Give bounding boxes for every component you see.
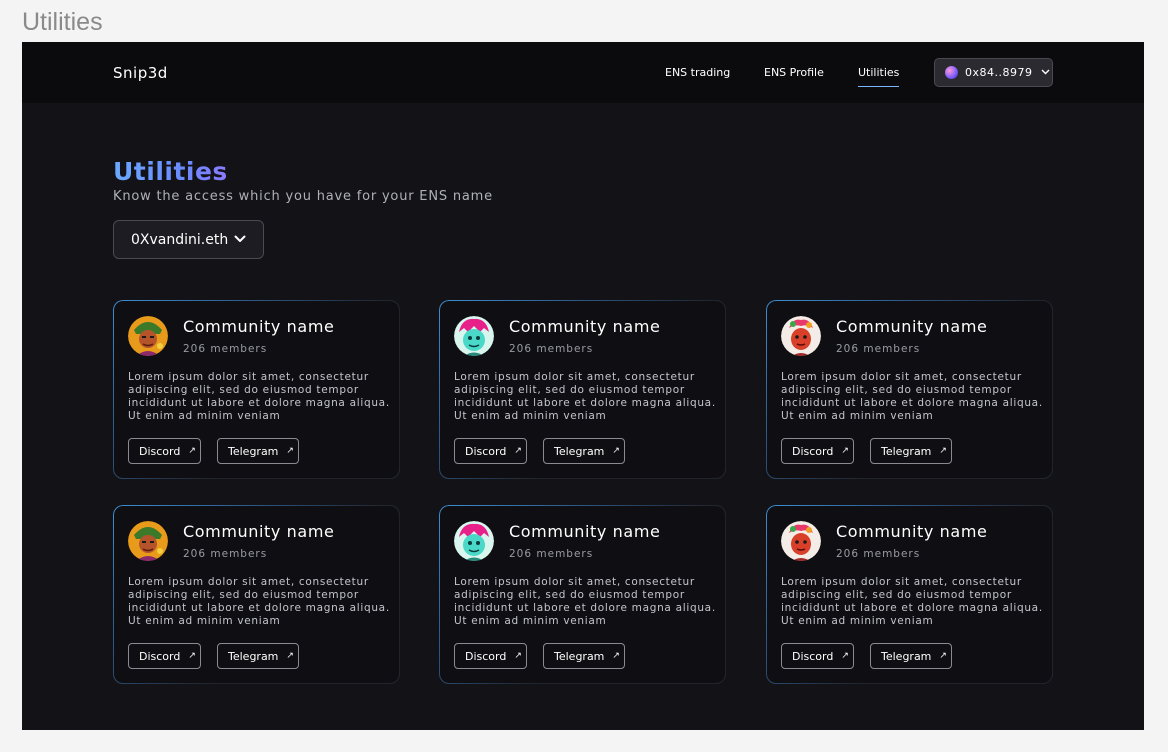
external-link-icon: ↗ — [188, 446, 196, 456]
community-name: Community name — [836, 317, 988, 336]
telegram-link-button[interactable]: Telegram ↗ — [217, 643, 299, 669]
telegram-label: Telegram — [881, 649, 932, 663]
community-name: Community name — [509, 522, 661, 541]
community-name: Community name — [183, 317, 335, 336]
avatar-warrior-icon — [128, 316, 168, 356]
community-card: Community name 206 members Lorem ipsum dol… — [766, 505, 1053, 684]
chevron-down-icon — [1041, 67, 1050, 78]
discord-link-button[interactable]: Discord ↗ — [128, 438, 201, 464]
member-count: 206 members — [183, 343, 268, 355]
community-card: Community name 206 members Lorem ipsum dol… — [439, 300, 726, 479]
discord-label: Discord — [465, 444, 507, 458]
community-description: Lorem ipsum dolor sit amet, consectetur … — [128, 576, 390, 627]
wallet-address: 0x84..8979 — [965, 66, 1033, 79]
chevron-down-icon — [234, 231, 246, 252]
discord-label: Discord — [465, 649, 507, 663]
discord-label: Discord — [139, 444, 181, 458]
telegram-link-button[interactable]: Telegram ↗ — [217, 438, 299, 464]
community-card: Community name 206 members Lorem ipsum dol… — [113, 300, 400, 479]
page-subtitle: Know the access which you have for your … — [113, 189, 493, 204]
external-link-icon: ↗ — [514, 446, 522, 456]
external-link-icon: ↗ — [841, 651, 849, 661]
community-description: Lorem ipsum dolor sit amet, consectetur … — [781, 576, 1043, 627]
discord-label: Discord — [792, 444, 834, 458]
avatar-red-face-icon — [781, 521, 821, 561]
ens-select-value: 0Xvandini.eth — [131, 231, 229, 248]
community-description: Lorem ipsum dolor sit amet, consectetur … — [454, 576, 716, 627]
external-link-icon: ↗ — [286, 446, 294, 456]
nav-link-ens-profile[interactable]: ENS Profile — [764, 66, 824, 79]
external-link-icon: ↗ — [612, 651, 620, 661]
member-count: 206 members — [836, 548, 921, 560]
discord-label: Discord — [792, 649, 834, 663]
member-count: 206 members — [836, 343, 921, 355]
discord-link-button[interactable]: Discord ↗ — [781, 643, 854, 669]
top-navbar: Snip3d ENS trading ENS Profile Utilities… — [22, 42, 1144, 103]
app-window: Snip3d ENS trading ENS Profile Utilities… — [22, 42, 1144, 730]
external-link-icon: ↗ — [514, 651, 522, 661]
logo[interactable]: Snip3d — [113, 64, 168, 82]
discord-link-button[interactable]: Discord ↗ — [781, 438, 854, 464]
telegram-label: Telegram — [228, 444, 279, 458]
avatar-cyan-face-icon — [454, 521, 494, 561]
member-count: 206 members — [509, 343, 594, 355]
frame-label: Utilities — [22, 8, 103, 36]
avatar-red-face-icon — [781, 316, 821, 356]
ens-name-select[interactable]: 0Xvandini.eth — [113, 220, 264, 259]
telegram-label: Telegram — [228, 649, 279, 663]
nav-link-utilities[interactable]: Utilities — [858, 66, 900, 87]
member-count: 206 members — [509, 548, 594, 560]
discord-link-button[interactable]: Discord ↗ — [128, 643, 201, 669]
community-description: Lorem ipsum dolor sit amet, consectetur … — [454, 371, 716, 422]
community-name: Community name — [836, 522, 988, 541]
telegram-link-button[interactable]: Telegram ↗ — [870, 643, 952, 669]
avatar-cyan-face-icon — [454, 316, 494, 356]
telegram-label: Telegram — [554, 649, 605, 663]
external-link-icon: ↗ — [612, 446, 620, 456]
telegram-link-button[interactable]: Telegram ↗ — [543, 438, 625, 464]
external-link-icon: ↗ — [841, 446, 849, 456]
avatar-warrior-icon — [128, 521, 168, 561]
community-name: Community name — [509, 317, 661, 336]
wallet-button[interactable]: 0x84..8979 — [934, 58, 1053, 87]
external-link-icon: ↗ — [286, 651, 294, 661]
discord-link-button[interactable]: Discord ↗ — [454, 643, 527, 669]
community-card: Community name 206 members Lorem ipsum dol… — [113, 505, 400, 684]
community-card: Community name 206 members Lorem ipsum dol… — [439, 505, 726, 684]
external-link-icon: ↗ — [939, 446, 947, 456]
telegram-label: Telegram — [554, 444, 605, 458]
community-description: Lorem ipsum dolor sit amet, consectetur … — [781, 371, 1043, 422]
discord-link-button[interactable]: Discord ↗ — [454, 438, 527, 464]
external-link-icon: ↗ — [188, 651, 196, 661]
telegram-label: Telegram — [881, 444, 932, 458]
external-link-icon: ↗ — [939, 651, 947, 661]
wallet-avatar-icon — [945, 66, 958, 79]
telegram-link-button[interactable]: Telegram ↗ — [543, 643, 625, 669]
nav-link-ens-trading[interactable]: ENS trading — [665, 66, 730, 79]
community-description: Lorem ipsum dolor sit amet, consectetur … — [128, 371, 390, 422]
community-name: Community name — [183, 522, 335, 541]
page-title: Utilities — [113, 157, 228, 186]
telegram-link-button[interactable]: Telegram ↗ — [870, 438, 952, 464]
member-count: 206 members — [183, 548, 268, 560]
discord-label: Discord — [139, 649, 181, 663]
community-card: Community name 206 members Lorem ipsum dol… — [766, 300, 1053, 479]
